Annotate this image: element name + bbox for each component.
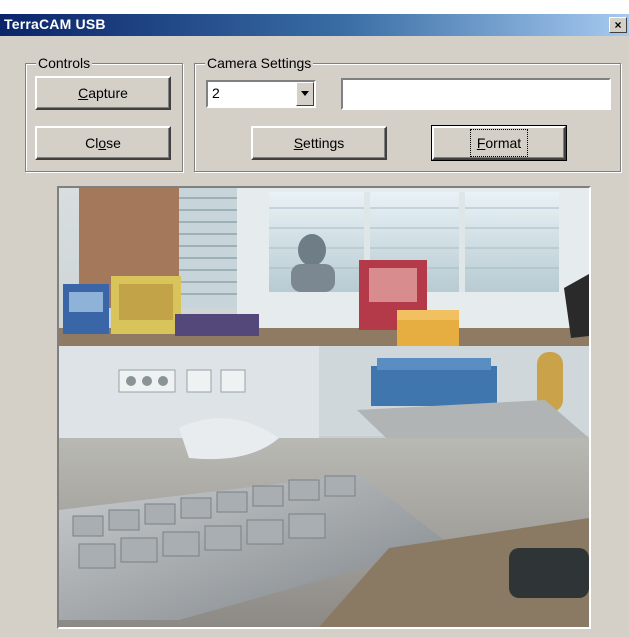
camera-select[interactable]: 2 — [206, 80, 316, 108]
close-window-button[interactable]: × — [609, 17, 627, 33]
close-icon: × — [614, 18, 622, 32]
capture-button[interactable]: Capture — [35, 76, 171, 110]
format-button[interactable]: Format — [431, 125, 567, 161]
title-bar[interactable]: TerraCAM USB × — [0, 14, 629, 36]
camera-preview — [57, 186, 591, 629]
settings-button[interactable]: Settings — [251, 126, 387, 160]
camera-info-field[interactable] — [341, 78, 611, 110]
camera-feed-image — [59, 188, 589, 627]
controls-group-label: Controls — [36, 55, 93, 71]
camera-select-value: 2 — [212, 85, 220, 101]
close-button[interactable]: Close — [35, 126, 171, 160]
camera-settings-group-label: Camera Settings — [205, 55, 314, 71]
chevron-down-icon[interactable] — [296, 82, 314, 106]
top-strip — [0, 0, 629, 14]
window-title: TerraCAM USB — [4, 16, 106, 32]
capture-button-label: apture — [88, 85, 128, 101]
